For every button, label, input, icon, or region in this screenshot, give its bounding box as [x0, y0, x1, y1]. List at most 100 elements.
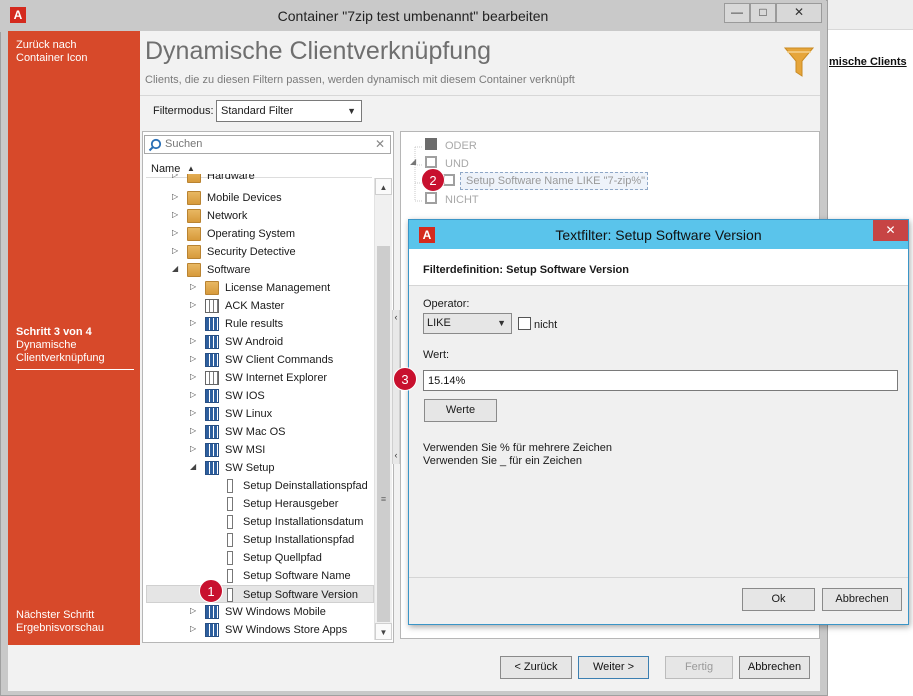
- tree-row-setup-installationsdatum[interactable]: Setup Installationsdatum: [146, 513, 374, 531]
- tree-row-software[interactable]: ◢ Software: [146, 261, 374, 279]
- window-titlebar[interactable]: A Container "7zip test umbenannt" bearbe…: [0, 0, 826, 32]
- table-icon: [205, 407, 219, 421]
- tree-row-label: SW Windows Store Apps: [225, 624, 348, 636]
- tree-row-setup-deinstallationspfad[interactable]: Setup Deinstallationspfad: [146, 477, 374, 495]
- values-button[interactable]: Werte: [424, 399, 497, 422]
- or-node-label[interactable]: ODER: [445, 140, 477, 152]
- tree-row-label: Setup Herausgeber: [243, 498, 339, 510]
- tree-row-sw-mac-os[interactable]: ▷ SW Mac OS: [146, 423, 374, 441]
- background-link[interactable]: mische Clients: [829, 56, 907, 68]
- expand-arrow-icon[interactable]: ▷: [172, 210, 178, 219]
- filtermode-dropdown[interactable]: Standard Filter ▼: [216, 100, 362, 122]
- expand-arrow-icon[interactable]: ▷: [172, 192, 178, 201]
- expand-arrow-icon[interactable]: ▷: [172, 246, 178, 255]
- back-to-container-link[interactable]: Zurück nach Container Icon: [16, 39, 136, 65]
- search-input[interactable]: [165, 138, 365, 150]
- tree-row-network[interactable]: ▷ Network: [146, 207, 374, 225]
- expand-arrow-icon[interactable]: ▷: [190, 372, 196, 381]
- and-node-label[interactable]: UND: [445, 158, 469, 170]
- tree-row-sw-ios[interactable]: ▷ SW IOS: [146, 387, 374, 405]
- tree-row-setup-installationspfad[interactable]: Setup Installationspfad: [146, 531, 374, 549]
- scrollbar-thumb[interactable]: ≡: [377, 246, 390, 622]
- folder-icon: [187, 245, 201, 259]
- or-node-icon[interactable]: [425, 138, 437, 150]
- expand-arrow-icon[interactable]: ▷: [190, 444, 196, 453]
- tree-row-sw-linux[interactable]: ▷ SW Linux: [146, 405, 374, 423]
- cancel-button[interactable]: Abbrechen: [739, 656, 810, 679]
- tree-row-sw-internet-explorer[interactable]: ▷ SW Internet Explorer: [146, 369, 374, 387]
- expand-arrow-icon[interactable]: ▷: [190, 606, 196, 615]
- tree-row-label: SW IOS: [225, 390, 265, 402]
- minimize-button[interactable]: —: [724, 3, 750, 23]
- next-step-link[interactable]: Nächster Schritt Ergebnisvorschau: [16, 609, 136, 635]
- tree-row-rule-results[interactable]: ▷ Rule results: [146, 315, 374, 333]
- dialog-close-button[interactable]: ✕: [873, 220, 908, 241]
- and-node-icon[interactable]: [425, 156, 437, 168]
- tree-row-sw-windows-mobile[interactable]: ▷ SW Windows Mobile: [146, 603, 374, 621]
- next-button[interactable]: Weiter >: [578, 656, 649, 679]
- expand-arrow-icon[interactable]: ▷: [190, 354, 196, 363]
- tree-row-label: Setup Software Name: [243, 570, 351, 582]
- expand-arrow-icon[interactable]: ▷: [172, 174, 178, 179]
- clear-search-icon[interactable]: ✕: [375, 137, 385, 151]
- folder-icon: [187, 191, 201, 205]
- back-button[interactable]: < Zurück: [500, 656, 572, 679]
- tree-row-ack-master[interactable]: ▷ ACK Master: [146, 297, 374, 315]
- tree-row-setup-software-version[interactable]: Setup Software Version: [146, 585, 374, 603]
- tree-row-setup-software-name[interactable]: Setup Software Name: [146, 567, 374, 585]
- expand-arrow-icon[interactable]: ▷: [190, 408, 196, 417]
- expand-arrow-icon[interactable]: ▷: [190, 426, 196, 435]
- finish-button[interactable]: Fertig: [665, 656, 733, 679]
- tree-row-setup-quellpfad[interactable]: Setup Quellpfad: [146, 549, 374, 567]
- tree-row-sw-setup[interactable]: ◢ SW Setup: [146, 459, 374, 477]
- expand-arrow-icon[interactable]: ▷: [190, 300, 196, 309]
- current-step-underline: [16, 369, 134, 370]
- dialog-titlebar[interactable]: A Textfilter: Setup Software Version ✕: [409, 220, 908, 249]
- wildcard-hint-percent: Verwenden Sie % für mehrere Zeichen: [423, 442, 612, 454]
- expand-arrow-icon[interactable]: ▷: [190, 318, 196, 327]
- back-link-line1: Zurück nach: [16, 39, 77, 51]
- tree-row-label: SW Windows Mobile: [225, 606, 326, 618]
- collapse-left-icon[interactable]: ‹: [393, 312, 399, 322]
- scroll-up-arrow-icon[interactable]: ▲: [375, 178, 392, 195]
- tree-row-label: SW Setup: [225, 462, 275, 474]
- folder-icon: [205, 281, 219, 295]
- tree-scrollbar[interactable]: ▲ ≡ ▼: [374, 178, 392, 640]
- dialog-footer: Ok Abbrechen: [409, 577, 908, 624]
- maximize-button[interactable]: □: [750, 3, 776, 23]
- expand-arrow-icon[interactable]: ▷: [190, 390, 196, 399]
- tree-row-sw-windows-store-apps[interactable]: ▷ SW Windows Store Apps: [146, 621, 374, 639]
- collapse-arrow-icon[interactable]: ◢: [172, 264, 178, 273]
- tree-row-operating-system[interactable]: ▷ Operating System: [146, 225, 374, 243]
- collapse-left-icon-bottom[interactable]: ‹: [393, 450, 399, 460]
- ok-button[interactable]: Ok: [742, 588, 815, 611]
- not-node-label[interactable]: NICHT: [445, 194, 479, 206]
- tree-row-security-detective[interactable]: ▷ Security Detective: [146, 243, 374, 261]
- tree-row-setup-herausgeber[interactable]: Setup Herausgeber: [146, 495, 374, 513]
- tree-row-hardware[interactable]: ▷ Hardware: [146, 174, 374, 185]
- tree-row-sw-client-commands[interactable]: ▷ SW Client Commands: [146, 351, 374, 369]
- value-input[interactable]: [423, 370, 898, 391]
- not-checkbox[interactable]: [518, 317, 531, 330]
- expand-arrow-icon[interactable]: ▷: [190, 624, 196, 633]
- expand-arrow-icon[interactable]: ▷: [172, 228, 178, 237]
- tree-row-label: Software: [207, 264, 251, 276]
- filter-expression-chip[interactable]: Setup Software Name LIKE "7-zip%": [460, 172, 648, 190]
- close-button[interactable]: ✕: [776, 3, 822, 23]
- not-node-icon[interactable]: [425, 192, 437, 204]
- collapse-arrow-icon[interactable]: ◢: [190, 462, 196, 471]
- tree-row-mobile-devices[interactable]: ▷ Mobile Devices: [146, 189, 374, 207]
- search-box[interactable]: ✕: [144, 135, 391, 154]
- collapse-arrow-icon[interactable]: ◢: [410, 157, 416, 166]
- tree-row-sw-android[interactable]: ▷ SW Android: [146, 333, 374, 351]
- dialog-cancel-button[interactable]: Abbrechen: [822, 588, 902, 611]
- operator-label: Operator:: [423, 298, 470, 310]
- scroll-down-arrow-icon[interactable]: ▼: [375, 623, 392, 640]
- expand-arrow-icon[interactable]: ▷: [190, 282, 196, 291]
- expand-arrow-icon[interactable]: ▷: [190, 336, 196, 345]
- tree-row-sw-msi[interactable]: ▷ SW MSI: [146, 441, 374, 459]
- tree-row-license-management[interactable]: ▷ License Management: [146, 279, 374, 297]
- step-counter: Schritt 3 von 4: [16, 326, 92, 338]
- not-checkbox-label[interactable]: nicht: [534, 319, 557, 331]
- operator-dropdown[interactable]: LIKE ▼: [423, 313, 512, 334]
